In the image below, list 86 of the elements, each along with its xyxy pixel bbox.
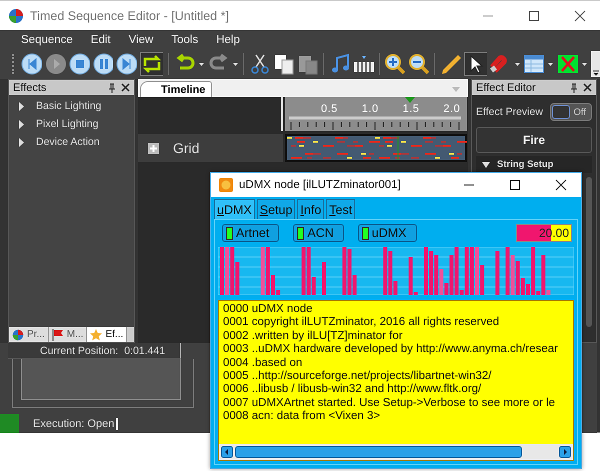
- expand-arrow-icon[interactable]: [18, 102, 25, 110]
- app-logo-icon: [8, 8, 24, 24]
- play-icon[interactable]: [44, 53, 66, 75]
- timeline-tab[interactable]: Timeline: [140, 81, 212, 97]
- copy-icon[interactable]: [273, 53, 294, 75]
- log-line: 0006 ..libusb / libusb-win32 and http://www.fltk.org/: [223, 383, 482, 397]
- log-line: 0007 uDMXArtnet started. Use Setup->Verbose to see more or le: [223, 396, 556, 410]
- pause-icon[interactable]: [92, 53, 114, 75]
- tree-item[interactable]: Basic Lighting: [9, 97, 134, 115]
- zoom-out-icon[interactable]: [408, 53, 430, 75]
- maximize-icon[interactable]: [509, 179, 521, 191]
- log-line: 0002 .written by ilLU[TZ]minator for: [223, 330, 404, 344]
- menu-item[interactable]: Sequence: [12, 34, 82, 46]
- log-line: 0004 .based on: [223, 356, 304, 370]
- preview-toggle[interactable]: Off: [550, 103, 592, 121]
- cursor-icon[interactable]: [464, 52, 487, 76]
- panel-tab[interactable]: Pr...: [9, 327, 49, 342]
- star-icon: [90, 328, 102, 340]
- scissors-icon[interactable]: [249, 53, 270, 75]
- ruler-label: 2.0: [443, 103, 460, 115]
- vertical-scrollbar[interactable]: [586, 177, 592, 327]
- section-header[interactable]: String Setup: [476, 156, 592, 173]
- toolbar-overflow-icon[interactable]: [590, 51, 600, 77]
- menu-item[interactable]: Edit: [82, 34, 120, 46]
- panel-title: Effects: [13, 82, 46, 94]
- skip-back-icon[interactable]: [20, 53, 42, 75]
- panel-tab[interactable]: M...: [48, 327, 88, 342]
- skip-forward-icon[interactable]: [116, 53, 138, 75]
- scroll-left-icon[interactable]: [221, 446, 233, 458]
- window-title: Timed Sequence Editor - [Untitled *]: [30, 8, 229, 22]
- tree-item[interactable]: Device Action: [9, 133, 134, 151]
- tab[interactable]: uDMX: [214, 199, 255, 219]
- horizontal-scrollbar[interactable]: [219, 444, 573, 460]
- preview-label: Effect Preview: [476, 106, 543, 118]
- position-value: 0:01.441: [124, 344, 166, 357]
- tab[interactable]: Test: [326, 199, 356, 219]
- log-line: 0003 ..uDMX hardware developed by http://www.anyma.ch/resear: [223, 343, 559, 357]
- window-title: uDMX node [ilLUTZminator001]: [239, 179, 401, 191]
- close-icon[interactable]: [121, 83, 130, 92]
- effect-name-button[interactable]: Fire: [476, 127, 592, 153]
- tab[interactable]: Setup: [256, 199, 296, 219]
- ruler-label: 0.5: [321, 103, 338, 115]
- tree-item[interactable]: Pixel Lighting: [9, 115, 134, 133]
- toolbar-grip[interactable]: [12, 54, 16, 74]
- app-icon: [219, 178, 233, 192]
- status-indicator: [0, 414, 19, 433]
- grid-window-icon[interactable]: [523, 53, 544, 75]
- maximize-icon[interactable]: [528, 10, 540, 22]
- expand-arrow-icon[interactable]: [18, 138, 25, 146]
- x-mark-icon[interactable]: [556, 53, 578, 75]
- ruler-label: 1.0: [362, 103, 379, 115]
- close-icon[interactable]: [583, 83, 592, 92]
- expand-icon[interactable]: [148, 142, 159, 154]
- panel-tab[interactable]: Ef...: [87, 327, 128, 342]
- status-button[interactable]: Artnet: [222, 224, 280, 242]
- status-button[interactable]: ACN: [293, 224, 344, 242]
- ruler-label: 1.5: [402, 103, 420, 115]
- pin-icon[interactable]: [108, 82, 116, 92]
- log-line: 0000 uDMX node: [223, 303, 314, 316]
- menu-item[interactable]: Help: [207, 34, 249, 46]
- loop-icon[interactable]: [140, 52, 164, 76]
- tab[interactable]: Info: [297, 199, 324, 219]
- expand-arrow-icon[interactable]: [18, 120, 25, 128]
- pencil-icon[interactable]: [440, 53, 462, 75]
- execution-status: Execution: Open: [33, 418, 118, 430]
- menu-item[interactable]: Tools: [162, 34, 208, 46]
- stop-icon[interactable]: [68, 53, 90, 75]
- paste-icon[interactable]: [296, 53, 318, 75]
- position-label: Current Position:: [40, 344, 118, 357]
- zoom-in-icon[interactable]: [384, 53, 406, 75]
- collapse-arrow-icon[interactable]: [482, 162, 490, 168]
- log-line: 0005 ..http://sourceforge.net/projects/libartnet-win32/: [223, 370, 492, 384]
- status-button[interactable]: uDMX: [358, 224, 416, 242]
- timeline-row-header[interactable]: Grid: [138, 134, 283, 162]
- effect-heatmap-drawing[interactable]: [285, 134, 467, 162]
- close-icon[interactable]: [574, 10, 586, 22]
- menu-item[interactable]: View: [120, 34, 162, 46]
- pin-icon[interactable]: [570, 82, 578, 92]
- log-line: 0001 copyright ilLUTZminator, 2016 all rights reserved: [223, 316, 500, 330]
- log-line: 0008 acn: data from <Vixen 3>: [223, 410, 382, 424]
- close-icon[interactable]: [555, 179, 567, 191]
- app-logo-icon: [12, 328, 24, 340]
- flag-icon: [52, 328, 64, 340]
- keyboard-icon[interactable]: [352, 53, 374, 75]
- panel-title: Effect Editor: [476, 82, 536, 94]
- scroll-right-icon[interactable]: [559, 446, 571, 458]
